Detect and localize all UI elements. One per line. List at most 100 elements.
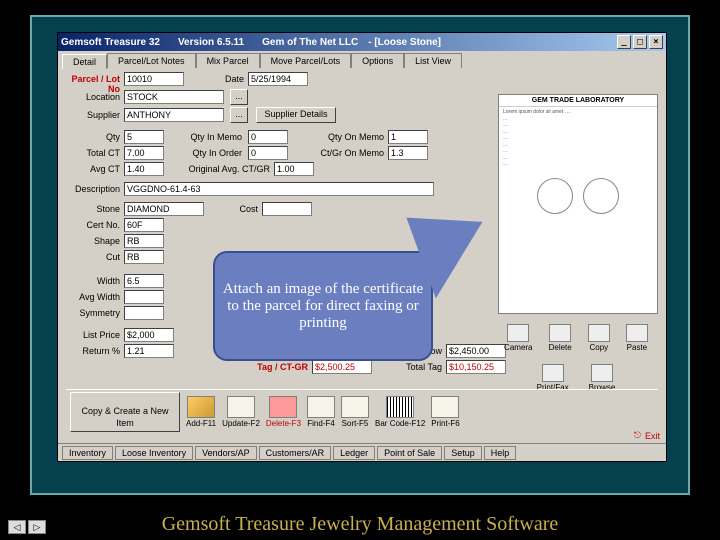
barcode-button[interactable]: Bar Code-F12	[375, 396, 425, 428]
input-qty-in-memo[interactable]: 0	[248, 130, 288, 144]
tabbar: Detail Parcel/Lot Notes Mix Parcel Move …	[58, 51, 666, 68]
exit-button[interactable]: ⎋ Exit	[634, 430, 660, 441]
input-avg-width[interactable]	[124, 290, 164, 304]
label-symmetry: Symmetry	[60, 308, 120, 318]
mod-pos[interactable]: Point of Sale	[377, 446, 442, 460]
mod-customers[interactable]: Customers/AR	[259, 446, 332, 460]
sort-button[interactable]: Sort-F5	[341, 396, 369, 428]
input-symmetry[interactable]	[124, 306, 164, 320]
mod-loose-inventory[interactable]: Loose Inventory	[115, 446, 193, 460]
label-date: Date	[218, 74, 244, 84]
input-shape[interactable]: RB	[124, 234, 164, 248]
supplier-details-button[interactable]: Supplier Details	[256, 107, 336, 123]
label-cost: Cost	[228, 204, 258, 214]
copy-icon	[588, 324, 610, 342]
exit-icon: ⎋	[634, 430, 641, 441]
input-avg-ct[interactable]: 1.40	[124, 162, 164, 176]
update-button[interactable]: Update-F2	[222, 396, 260, 428]
image-toolbar-2: Print/Fax Browse	[496, 364, 656, 392]
next-slide-button[interactable]: ▷	[28, 520, 46, 534]
label-ct-on-memo: Ct/Gr On Memo	[306, 148, 384, 158]
slide-nav: ◁ ▷	[8, 520, 46, 534]
label-qty-on-memo: Qty On Memo	[314, 132, 384, 142]
input-cost[interactable]	[262, 202, 312, 216]
input-orig-avg[interactable]: 1.00	[274, 162, 314, 176]
input-tag-ct[interactable]: $2,500.25	[312, 360, 372, 374]
mod-setup[interactable]: Setup	[444, 446, 482, 460]
label-cut: Cut	[60, 252, 120, 262]
prev-slide-button[interactable]: ◁	[8, 520, 26, 534]
browse-button[interactable]: Browse	[589, 364, 616, 392]
print-fax-button[interactable]: Print/Fax	[537, 364, 569, 392]
camera-button[interactable]: Camera	[504, 324, 532, 352]
mod-ledger[interactable]: Ledger	[333, 446, 375, 460]
copy-create-button[interactable]: Copy & Create a New Item	[70, 392, 180, 432]
gem-diagram-icon	[537, 178, 573, 214]
window-context: - [Loose Stone]	[368, 37, 441, 48]
label-total-tag: Total Tag	[388, 362, 442, 372]
copy-image-button[interactable]: Copy	[588, 324, 610, 352]
mod-help[interactable]: Help	[484, 446, 517, 460]
delete-icon	[269, 396, 297, 418]
label-parcel: Parcel / Lot No	[60, 74, 120, 94]
label-cert-no: Cert No.	[60, 220, 120, 230]
certificate-preview: GEM TRADE LABORATORY Lorem ipsum dolor s…	[498, 94, 658, 314]
close-button[interactable]: ×	[649, 35, 663, 49]
input-qty[interactable]: 5	[124, 130, 164, 144]
lookup-supplier[interactable]: ...	[230, 107, 248, 123]
label-return-pct: Return %	[60, 346, 120, 356]
tab-list-view[interactable]: List View	[404, 53, 462, 68]
tab-options[interactable]: Options	[351, 53, 404, 68]
input-list-price[interactable]: $2,000	[124, 328, 174, 342]
find-button[interactable]: Find-F4	[307, 396, 335, 428]
delete-button[interactable]: Delete-F3	[266, 396, 301, 428]
input-qty-in-order[interactable]: 0	[248, 146, 288, 160]
input-width[interactable]: 6.5	[124, 274, 164, 288]
input-date[interactable]: 5/25/1994	[248, 72, 308, 86]
tab-parcel-notes[interactable]: Parcel/Lot Notes	[107, 53, 196, 68]
tab-mix-parcel[interactable]: Mix Parcel	[196, 53, 260, 68]
action-toolbar: Copy & Create a New Item Add-F11 Update-…	[66, 389, 658, 433]
app-version: Version 6.5.11	[178, 37, 244, 48]
tutorial-callout: Attach an image of the certificate to th…	[213, 251, 433, 361]
input-location[interactable]: STOCK	[124, 90, 224, 104]
cert-body: Lorem ipsum dolor sit amet ….……………………	[499, 107, 657, 222]
input-supplier[interactable]: ANTHONY	[124, 108, 224, 122]
mod-inventory[interactable]: Inventory	[62, 446, 113, 460]
lookup-location[interactable]: ...	[230, 89, 248, 105]
maximize-button[interactable]: □	[633, 35, 647, 49]
print-button[interactable]: Print-F6	[431, 396, 459, 428]
barcode-icon	[386, 396, 414, 418]
tab-move-parcel[interactable]: Move Parcel/Lots	[260, 53, 352, 68]
input-ct-on-memo[interactable]: 1.3	[388, 146, 428, 160]
input-return-pct[interactable]: 1.21	[124, 344, 174, 358]
update-icon	[227, 396, 255, 418]
label-width: Width	[60, 276, 120, 286]
delete-image-button[interactable]: Delete	[549, 324, 572, 352]
paste-image-button[interactable]: Paste	[626, 324, 648, 352]
label-qty: Qty	[60, 132, 120, 142]
label-total-ct: Total CT	[60, 148, 120, 158]
app-company: Gem of The Net LLC	[262, 37, 358, 48]
input-qty-on-memo[interactable]: 1	[388, 130, 428, 144]
label-supplier: Supplier	[60, 110, 120, 120]
input-cut[interactable]: RB	[124, 250, 164, 264]
pencil-icon	[187, 396, 215, 418]
label-description: Description	[60, 184, 120, 194]
trash-icon	[549, 324, 571, 342]
input-description[interactable]: VGGDNO-61.4-63	[124, 182, 434, 196]
printer-icon	[431, 396, 459, 418]
paste-icon	[626, 324, 648, 342]
cert-lab-name: GEM TRADE LABORATORY	[499, 95, 657, 107]
mod-vendors[interactable]: Vendors/AP	[195, 446, 257, 460]
input-cert-no[interactable]: 60F	[124, 218, 164, 232]
add-button[interactable]: Add-F11	[186, 396, 216, 428]
module-tabs: Inventory Loose Inventory Vendors/AP Cus…	[58, 443, 666, 461]
input-stone[interactable]: DIAMOND	[124, 202, 204, 216]
tab-detail[interactable]: Detail	[62, 54, 107, 69]
minimize-button[interactable]: _	[617, 35, 631, 49]
input-parcel[interactable]: 10010	[124, 72, 184, 86]
label-avg-width: Avg Width	[60, 292, 120, 302]
app-window: Gemsoft Treasure 32 Version 6.5.11 Gem o…	[57, 32, 667, 462]
input-total-ct[interactable]: 7.00	[124, 146, 164, 160]
